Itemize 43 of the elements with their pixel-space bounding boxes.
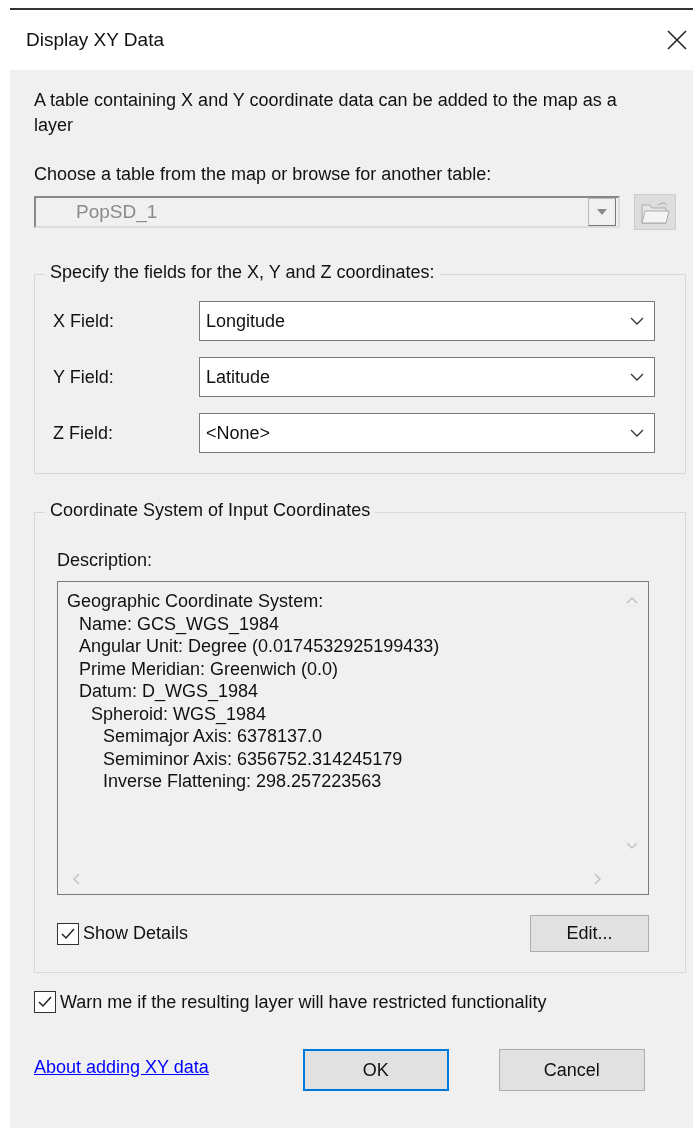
text-line: Inverse Flattening: 298.257223563 (102, 770, 382, 793)
chevron-down-icon (630, 317, 644, 325)
checkbox[interactable] (57, 922, 79, 945)
chevron-down-icon (630, 373, 644, 381)
ok-button[interactable]: OK (302, 1049, 449, 1091)
dropdown[interactable]: Longitude (199, 301, 655, 341)
field-label: Description: (57, 549, 154, 571)
window-title: Display XY Data (26, 29, 164, 51)
dropdown[interactable]: Latitude (199, 357, 655, 397)
dropdown[interactable]: <None> (199, 413, 655, 453)
close-icon (667, 30, 687, 50)
text-line: Name: GCS_WGS_1984 (78, 612, 280, 635)
text-line: Semiminor Axis: 6356752.314245179 (102, 747, 403, 770)
text-line: Prime Meridian: Greenwich (0.0) (78, 657, 339, 680)
field-label: X Field: (53, 310, 116, 332)
field-label: Choose a table from the map or browse for another table: (34, 163, 493, 186)
description-text: A table containing X and Y coordinate data can be added to the map as a layer (34, 89, 618, 137)
text-area[interactable] (57, 581, 649, 895)
checkbox-label: Show Details (83, 923, 189, 944)
check-icon (37, 995, 53, 1009)
text-line: Angular Unit: Degree (0.0174532925199433) (78, 635, 440, 658)
scroll-up-icon (626, 596, 638, 604)
field-label: Y Field: (53, 366, 115, 388)
group-title: Coordinate System of Input Coordinates (45, 500, 376, 521)
cancel-button[interactable]: Cancel (498, 1049, 645, 1091)
dropdown-arrow-icon (597, 209, 607, 215)
checkbox[interactable] (34, 991, 56, 1013)
text-line: Semimajor Axis: 6378137.0 (102, 725, 323, 748)
checkbox-label: Warn me if the resulting layer will have restricted functionality (60, 991, 547, 1013)
text-line: Datum: D_WGS_1984 (78, 680, 259, 703)
chevron-down-icon (630, 429, 644, 437)
text-line: Geographic Coordinate System: (67, 590, 324, 613)
help-link[interactable]: About adding XY data (34, 1056, 209, 1078)
scroll-right-icon (594, 873, 602, 885)
check-icon (60, 926, 76, 941)
folder-icon (640, 199, 670, 225)
scroll-left-icon (72, 873, 80, 885)
close-button[interactable] (667, 30, 687, 50)
group-title: Specify the fields for the X, Y and Z coordinates: (45, 262, 440, 283)
text-line: Spheroid: WGS_1984 (90, 702, 267, 725)
edit-button[interactable]: Edit... (530, 915, 649, 952)
scroll-down-icon (626, 842, 638, 850)
field-label: Z Field: (53, 422, 114, 444)
